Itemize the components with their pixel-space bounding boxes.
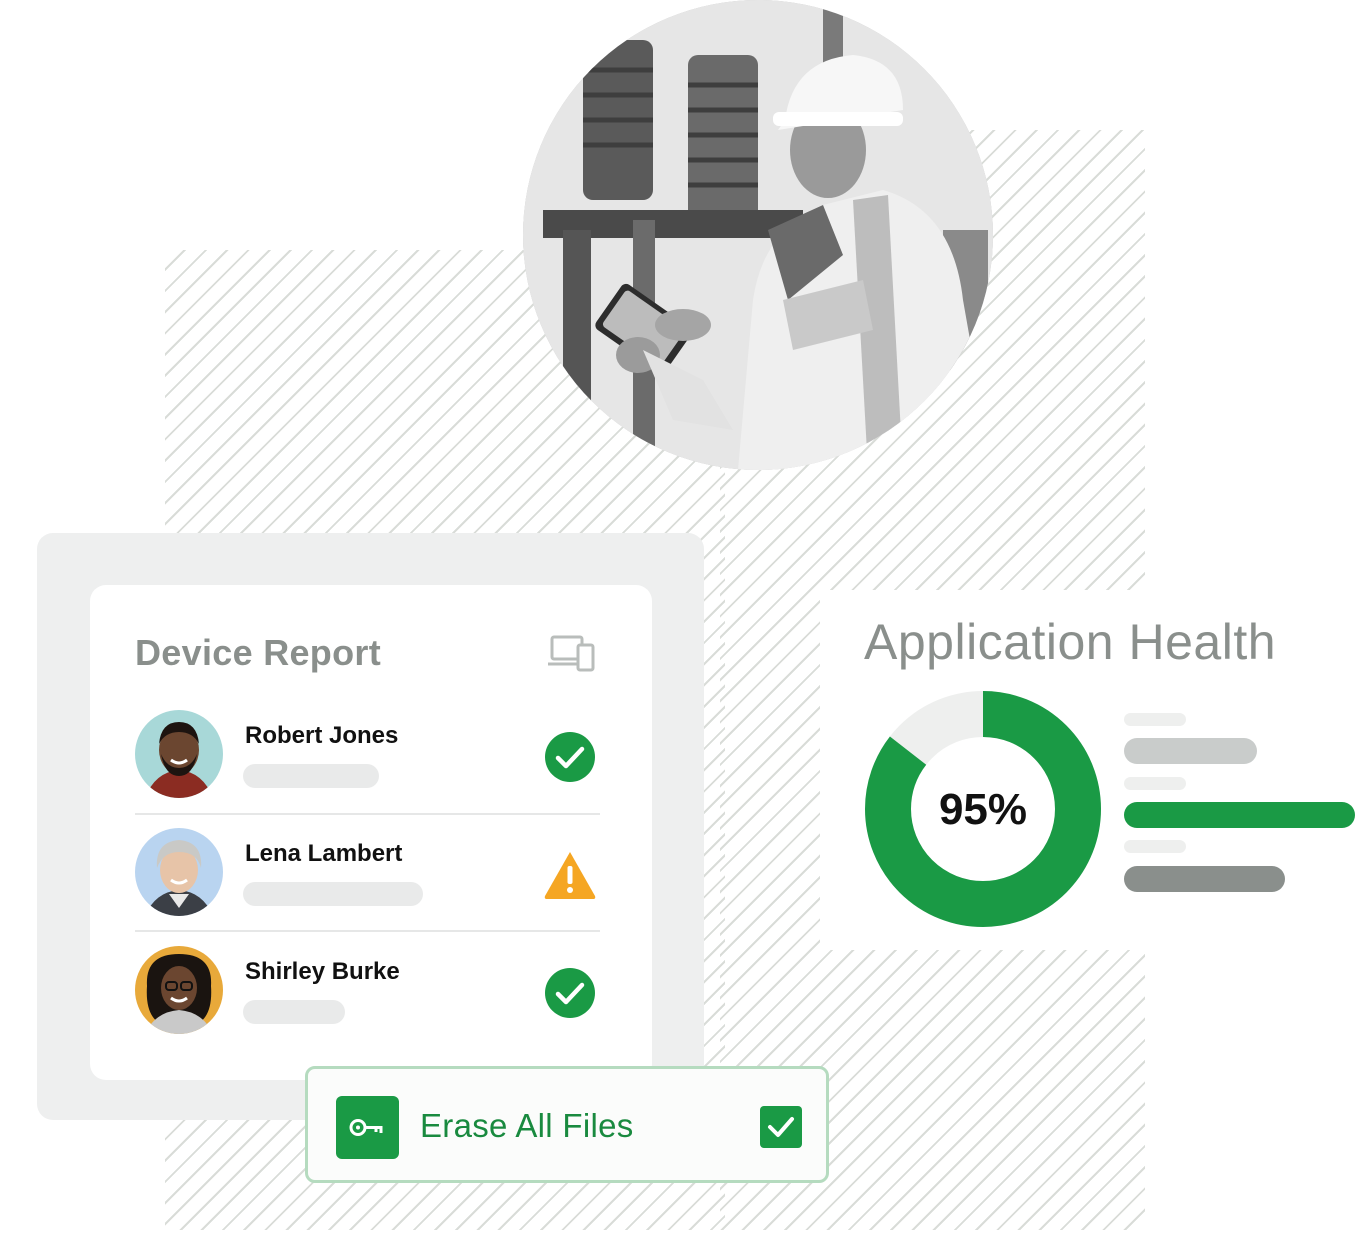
devices-icon[interactable] [548, 634, 596, 672]
avatar [135, 946, 223, 1034]
legend-placeholder-bar [1124, 777, 1186, 790]
row-divider [135, 930, 600, 932]
avatar [135, 828, 223, 916]
user-name: Lena Lambert [245, 840, 403, 867]
legend-highlight-bar [1124, 802, 1355, 828]
user-name: Robert Jones [245, 722, 399, 749]
user-row-robert[interactable]: Robert Jones [135, 710, 600, 810]
user-row-shirley[interactable]: Shirley Burke [135, 946, 600, 1046]
erase-all-files-label: Erase All Files [420, 1107, 634, 1144]
check-circle-icon [545, 968, 595, 1018]
row-divider [135, 813, 600, 815]
device-report-title: Device Report [135, 632, 381, 673]
legend-placeholder-bar [1124, 866, 1285, 892]
application-health-title: Application Health [864, 614, 1277, 670]
legend-placeholder-bar [1124, 713, 1186, 726]
check-circle-icon [545, 732, 595, 782]
placeholder-bar [243, 764, 379, 788]
key-icon [336, 1096, 399, 1159]
health-percent-label: 95% [938, 785, 1028, 834]
placeholder-bar [243, 1000, 345, 1024]
user-name: Shirley Burke [245, 958, 400, 985]
warning-triangle-icon [544, 852, 596, 899]
erase-checkbox[interactable] [760, 1106, 802, 1148]
legend-placeholder-bar [1124, 738, 1257, 764]
worker-photo [523, 0, 993, 470]
placeholder-bar [243, 882, 423, 906]
legend-placeholder-bar [1124, 840, 1186, 853]
user-row-lena[interactable]: Lena Lambert [135, 828, 600, 928]
erase-all-files-option[interactable]: Erase All Files [305, 1066, 829, 1183]
avatar [135, 710, 223, 798]
